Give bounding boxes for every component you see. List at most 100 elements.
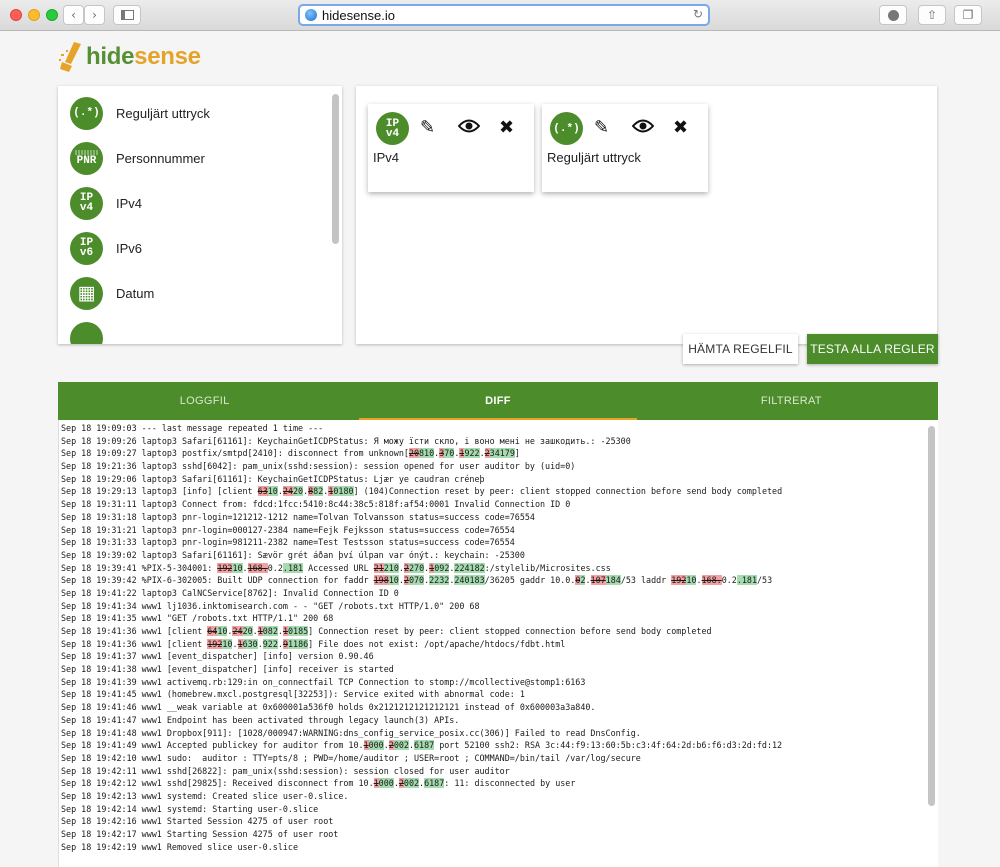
rule-label: Reguljärt uttryck <box>116 105 210 121</box>
diff-deleted: 198 <box>373 575 389 586</box>
log-line: Sep 18 19:41:22 laptop3 CalNCService[876… <box>61 587 927 600</box>
selected-rules-area[interactable]: IP v4 ✎ ✖ IPv4 (.*) ✎ ✖ Reguljärt uttryc… <box>356 86 937 344</box>
log-text: Sep 18 19:41:36 www1 [client <box>61 638 208 649</box>
downloads-button[interactable] <box>879 5 907 25</box>
log-text: Sep 18 19:21:36 laptop3 sshd[6042]: pam_… <box>61 461 576 472</box>
diff-inserted: 000 <box>378 778 394 789</box>
reload-icon[interactable]: ↻ <box>693 7 703 21</box>
log-scrollbar[interactable] <box>928 426 935 806</box>
diff-inserted: 070 <box>408 575 425 586</box>
url-input[interactable] <box>322 7 692 23</box>
log-text: Sep 18 19:41:36 www1 [client <box>61 626 208 636</box>
diff-deleted: 2 <box>484 448 490 459</box>
available-rules-list[interactable]: (.*) Reguljärt uttryck |||||||| PNR Perso… <box>58 86 342 344</box>
log-text: Sep 18 19:41:38 www1 [event_dispatcher] … <box>61 664 394 675</box>
pnr-glyph: PNR <box>76 155 97 167</box>
address-bar[interactable]: ↻ <box>298 4 710 26</box>
sidebar-icon <box>120 10 134 20</box>
page-content: hidesense (.*) Reguljärt uttryck |||||||… <box>0 31 1000 867</box>
log-text: Sep 18 19:39:41 %PIX-5-304001: <box>61 562 218 573</box>
log-text: Sep 18 19:41:35 www1 "GET /robots.txt HT… <box>61 613 334 624</box>
regex-icon: (.*) <box>70 96 103 130</box>
log-text: Sep 18 19:09:03 --- last message repeate… <box>61 423 324 433</box>
remove-icon[interactable]: ✖ <box>673 117 688 138</box>
log-text: Sep 18 19:42:12 www1 sshd[29825]: Receiv… <box>61 778 374 789</box>
rules-scrollbar[interactable] <box>332 94 339 244</box>
diff-inserted: 0180 <box>333 486 354 497</box>
diff-inserted: 10 <box>232 562 243 573</box>
minimize-window-button[interactable] <box>28 9 40 21</box>
selected-rule-card-regex: (.*) ✎ ✖ Reguljärt uttryck <box>542 104 708 192</box>
diff-inserted: 20 <box>292 486 304 497</box>
logo-text: hidesense <box>86 43 201 71</box>
diff-inserted: 092 <box>434 562 450 573</box>
forward-button[interactable]: › <box>84 5 105 25</box>
log-text: Sep 18 19:41:47 www1 Endpoint has been a… <box>61 714 460 725</box>
diff-inserted: 002 <box>393 740 409 751</box>
rule-item-ipv4[interactable]: IP v4 IPv4 <box>70 183 142 223</box>
diff-inserted: 0185 <box>287 626 309 636</box>
log-text: Sep 18 19:41:22 laptop3 CalNCService[876… <box>61 587 399 598</box>
rule-item-personnummer[interactable]: |||||||| PNR Personnummer <box>70 138 205 178</box>
log-line: Sep 18 19:41:47 www1 Endpoint has been a… <box>61 714 927 727</box>
edit-icon[interactable]: ✎ <box>594 117 609 138</box>
sidebar-toggle-button[interactable] <box>113 5 141 25</box>
eye-icon[interactable] <box>631 119 655 137</box>
diff-log-view[interactable]: Sep 18 19:09:03 --- last message repeate… <box>58 420 938 867</box>
share-button[interactable]: ⇧ <box>918 5 946 25</box>
log-line: Sep 18 19:41:45 www1 (homebrew.mxcl.post… <box>61 688 927 701</box>
log-text: 0.2 <box>721 575 737 586</box>
log-line: Sep 18 19:29:06 laptop3 Safari[61161]: K… <box>61 473 927 486</box>
diff-inserted: 810 <box>419 448 435 459</box>
log-text: . <box>585 575 591 586</box>
rule-item-ipv6[interactable]: IP v6 IPv6 <box>70 228 142 268</box>
log-line: Sep 18 19:41:36 www1 [client 6410.2420.1… <box>61 625 927 638</box>
log-text: Sep 18 19:09:26 laptop3 Safari[61161]: K… <box>61 435 631 446</box>
diff-inserted: 6187 <box>424 778 445 789</box>
zoom-window-button[interactable] <box>46 9 58 21</box>
logo-text-sense: sense <box>134 43 201 70</box>
chevron-right-icon: › <box>92 8 97 22</box>
tab-loggfil[interactable]: LOGGFIL <box>58 382 351 420</box>
edit-icon[interactable]: ✎ <box>420 117 435 138</box>
log-line: Sep 18 19:09:27 laptop3 postfix/smtpd[24… <box>61 447 927 460</box>
tabs-overview-button[interactable]: ❐ <box>954 5 982 25</box>
log-line: Sep 18 19:42:17 www1 Starting Session 42… <box>61 828 927 841</box>
diff-inserted: .181 <box>736 575 757 586</box>
log-text: port 52100 ssh2: RSA 3c:44:f9:13:60:5b:c… <box>434 740 783 751</box>
diff-inserted: 10 <box>217 626 228 636</box>
log-line: Sep 18 19:41:46 www1 __weak variable at … <box>61 701 927 714</box>
log-text: Sep 18 19:31:33 laptop3 pnr-login=981211… <box>61 537 515 548</box>
log-text: Sep 18 19:41:37 www1 [event_dispatcher] … <box>61 651 374 662</box>
log-text: :/stylelib/Microsites.css <box>484 562 611 573</box>
fetch-rulefile-button[interactable]: HÄMTA REGELFIL <box>683 334 798 364</box>
rule-item-regex[interactable]: (.*) Reguljärt uttryck <box>70 93 210 133</box>
tab-diff[interactable]: DIFF <box>351 382 644 420</box>
diff-inserted: 922 <box>262 638 278 649</box>
close-window-button[interactable] <box>10 9 22 21</box>
ipv4-icon: IP v4 <box>70 186 103 220</box>
log-text: Sep 18 19:41:48 www1 Dropbox[911]: [1028… <box>61 727 641 738</box>
rule-item-datum[interactable]: ▦ Datum <box>70 273 154 313</box>
browser-toolbar: ‹ › ↻ ⇧ ❐ <box>0 0 1000 31</box>
diff-inserted: 20 <box>242 626 253 636</box>
log-line: Sep 18 19:42:11 www1 sshd[26822]: pam_un… <box>61 765 927 778</box>
log-line: Sep 18 19:41:35 www1 "GET /robots.txt HT… <box>61 612 927 625</box>
log-text: Sep 18 19:29:06 laptop3 Safari[61161]: K… <box>61 473 485 484</box>
eye-icon[interactable] <box>457 119 481 137</box>
card-label: IPv4 <box>373 150 400 165</box>
log-text: Sep 18 19:42:14 www1 systemd: Starting u… <box>61 803 319 814</box>
log-text: Sep 18 19:39:42 %PIX-6-302005: Built UDP… <box>61 575 374 586</box>
tab-filtrerat[interactable]: FILTRERAT <box>645 382 938 420</box>
log-line: Sep 18 19:42:16 www1 Started Session 427… <box>61 815 927 828</box>
log-text: Sep 18 19:41:39 www1 activemq.rb:129:in … <box>61 676 586 687</box>
remove-icon[interactable]: ✖ <box>499 117 514 138</box>
test-all-rules-button[interactable]: TESTA ALLA REGLER <box>807 334 938 364</box>
log-text: Sep 18 19:31:21 laptop3 pnr-login=000127… <box>61 524 515 535</box>
back-button[interactable]: ‹ <box>63 5 84 25</box>
log-line: Sep 18 19:09:26 laptop3 Safari[61161]: K… <box>61 435 927 448</box>
log-text: . <box>383 740 389 751</box>
rule-item-partial[interactable] <box>70 318 103 344</box>
rule-label: Personnummer <box>116 150 205 166</box>
log-line: Sep 18 19:09:03 --- last message repeate… <box>61 422 927 435</box>
